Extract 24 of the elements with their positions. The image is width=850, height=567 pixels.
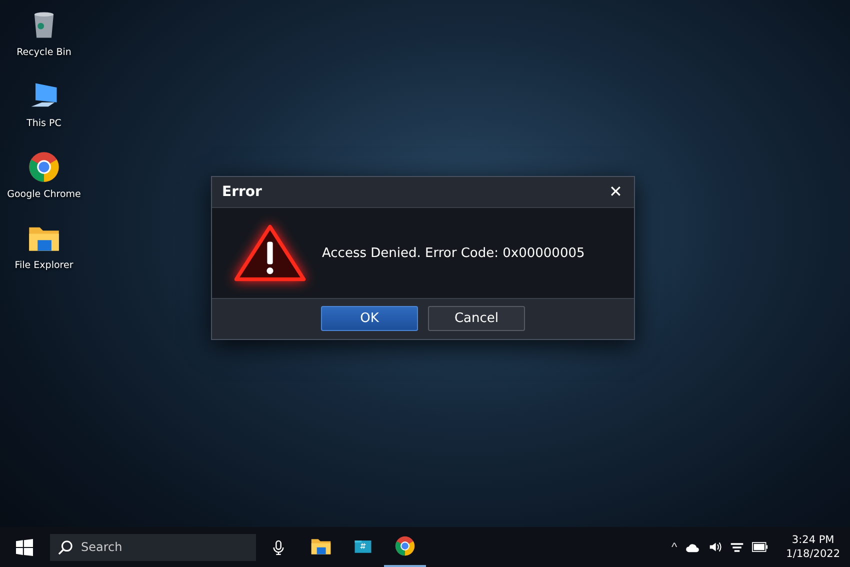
- microphone-icon: [270, 540, 286, 554]
- desktop-icon-label[interactable]: Google Chrome: [7, 189, 81, 200]
- battery-icon[interactable]: [752, 542, 768, 552]
- desktop-icon-label[interactable]: This PC: [26, 118, 62, 129]
- clock[interactable]: 3:24 PM 1/18/2022: [776, 533, 850, 561]
- network-icon[interactable]: [730, 542, 744, 552]
- close-button[interactable]: ✕: [605, 182, 626, 202]
- warning-icon: [232, 223, 308, 283]
- windows-logo-icon: [16, 538, 32, 556]
- ok-button[interactable]: OK: [321, 306, 418, 331]
- error-message: Access Denied. Error Code: 0x00000005: [322, 246, 585, 260]
- desktop-icon-label[interactable]: File Explorer: [14, 260, 74, 271]
- desktop-icon-label[interactable]: Recycle Bin: [16, 47, 72, 58]
- clock-time: 3:24 PM: [792, 533, 834, 547]
- cancel-button[interactable]: Cancel: [428, 306, 525, 331]
- chrome-icon: [27, 150, 61, 184]
- show-hidden-icons-button[interactable]: ^: [672, 540, 678, 554]
- clock-date: 1/18/2022: [786, 547, 840, 561]
- chrome-icon: [394, 535, 416, 557]
- search-icon: [58, 540, 73, 554]
- search-field[interactable]: Search: [50, 534, 256, 560]
- cloud-icon[interactable]: [685, 542, 700, 552]
- dialog-title: Error: [222, 184, 262, 200]
- volume-icon[interactable]: [708, 541, 722, 553]
